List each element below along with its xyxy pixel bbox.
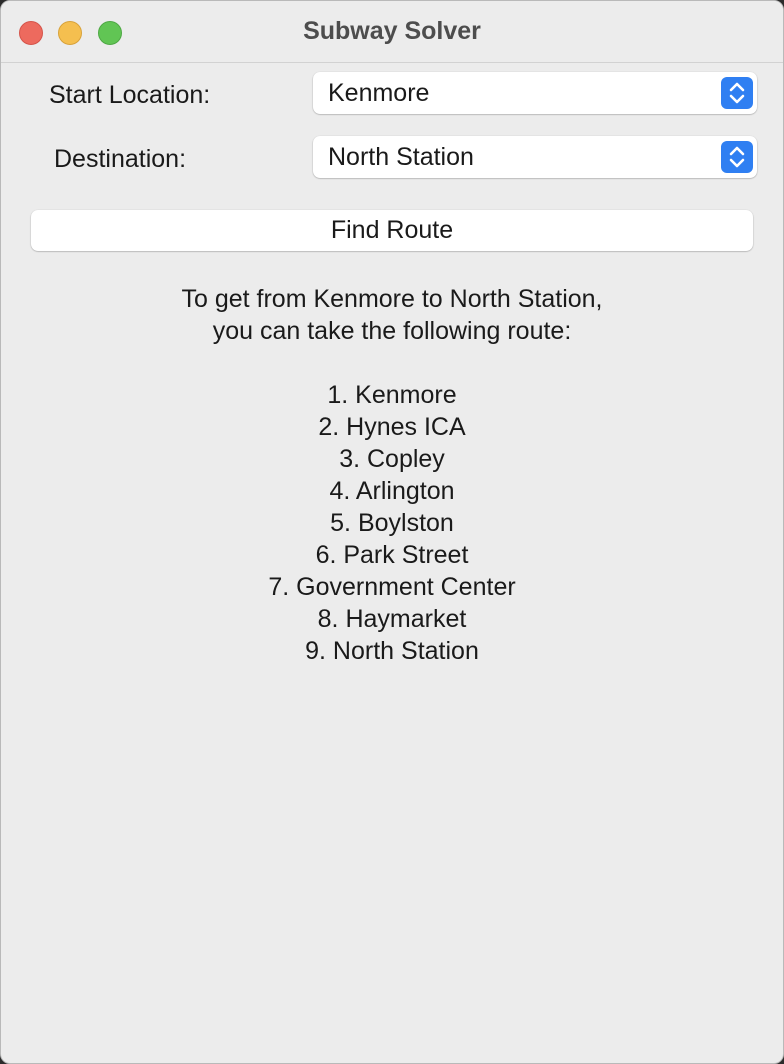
app-window: Subway Solver Start Location: Kenmore De… (0, 0, 784, 1064)
title-bar[interactable]: Subway Solver (1, 1, 783, 63)
chevron-up-down-icon (729, 146, 745, 168)
route-step: 3. Copley (339, 445, 445, 473)
start-location-value: Kenmore (328, 79, 430, 107)
destination-select[interactable]: North Station (313, 136, 757, 178)
destination-value: North Station (328, 143, 474, 171)
result-intro-line-1: To get from Kenmore to North Station, (181, 285, 603, 313)
destination-stepper[interactable] (721, 141, 753, 173)
route-step: 8. Haymarket (317, 605, 467, 633)
start-location-label: Start Location: (49, 81, 211, 109)
route-step: 9. North Station (305, 637, 479, 665)
route-step: 1. Kenmore (327, 381, 457, 409)
find-route-button[interactable]: Find Route (31, 210, 753, 251)
route-result: To get from Kenmore to North Station, yo… (1, 283, 783, 667)
result-intro-line-2: you can take the following route: (212, 317, 572, 345)
chevron-up-down-icon (729, 82, 745, 104)
start-location-select[interactable]: Kenmore (313, 72, 757, 114)
route-step: 5. Boylston (330, 509, 454, 537)
route-step: 4. Arlington (329, 477, 455, 505)
route-step: 7. Government Center (268, 573, 516, 601)
route-step: 2. Hynes ICA (318, 413, 466, 441)
window-title: Subway Solver (303, 17, 481, 45)
route-step: 6. Park Street (315, 541, 469, 569)
destination-label: Destination: (54, 145, 187, 173)
start-location-stepper[interactable] (721, 77, 753, 109)
